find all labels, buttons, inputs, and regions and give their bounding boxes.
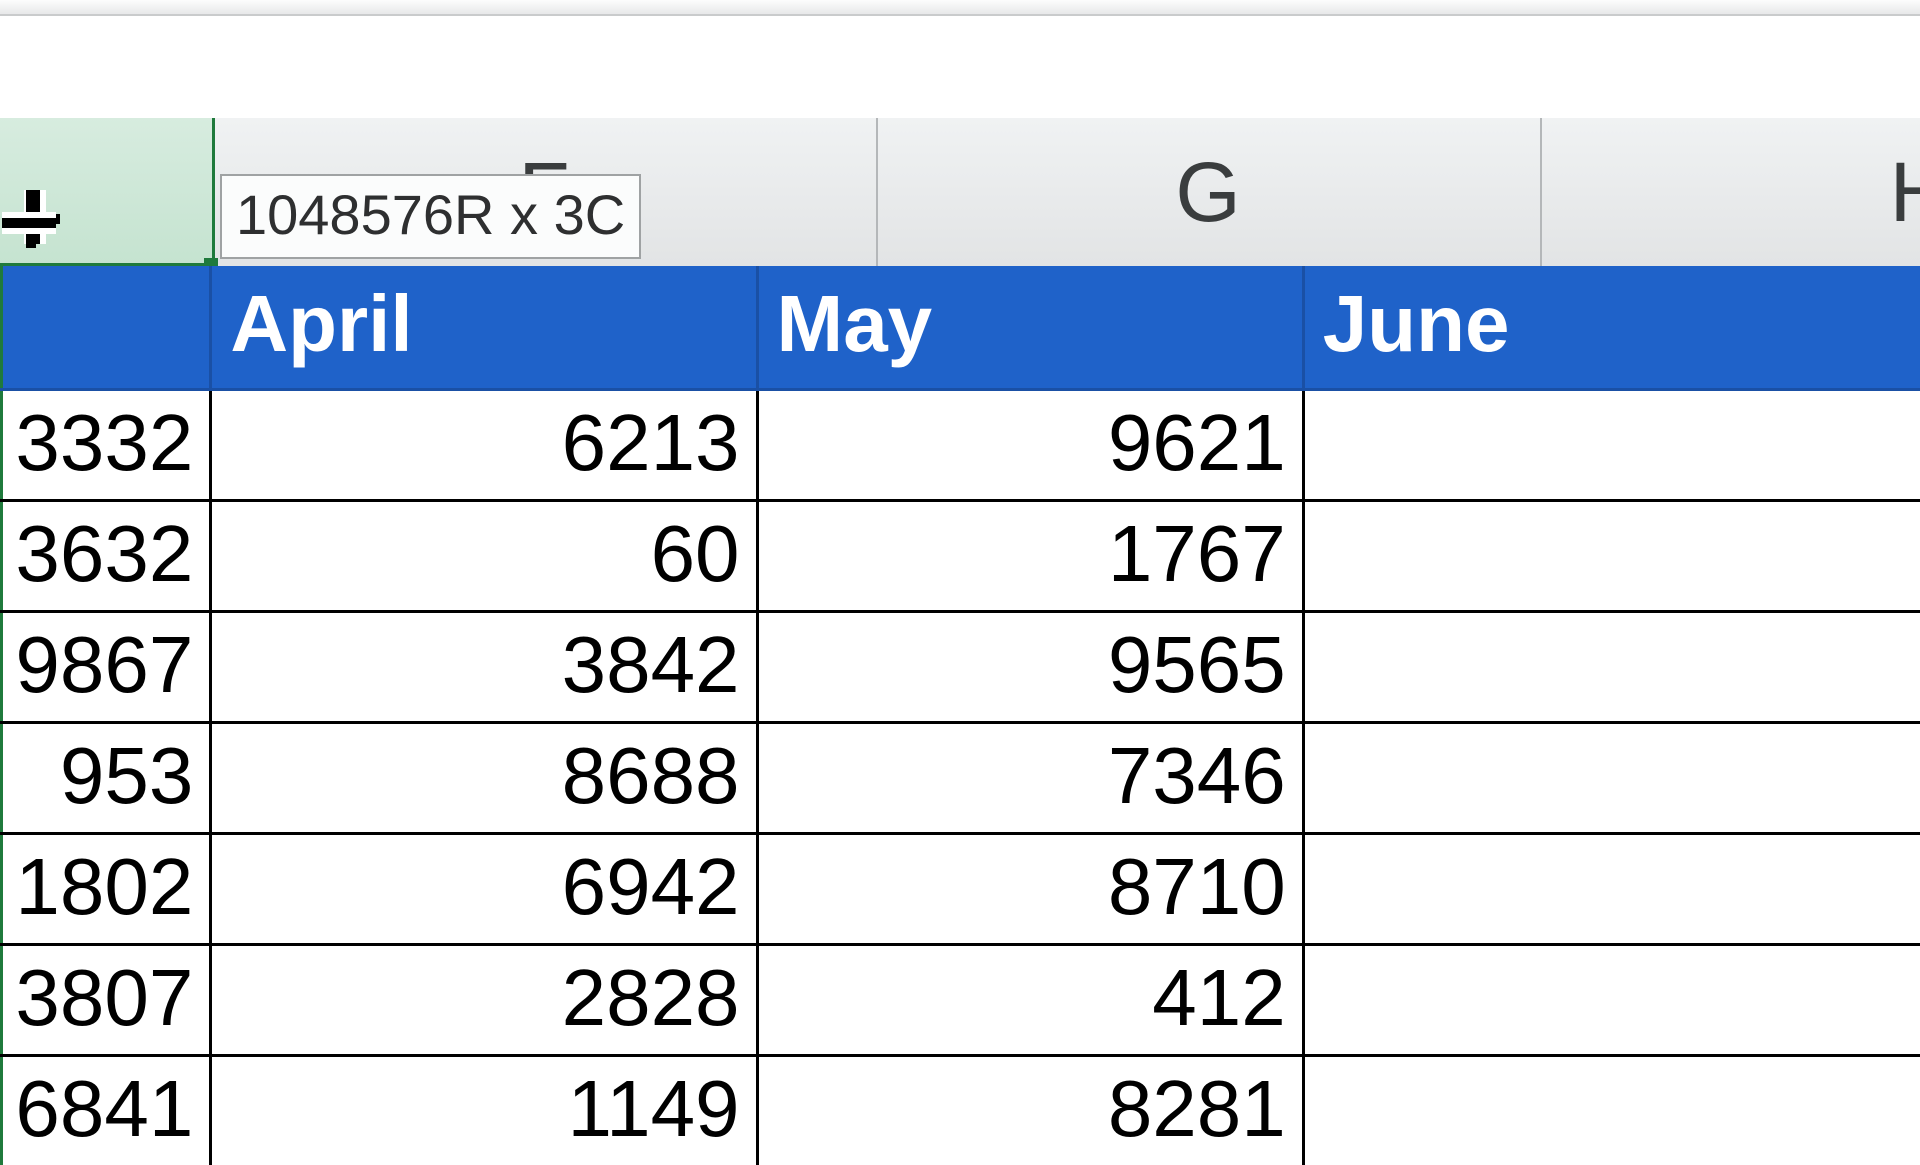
cell[interactable]: 1802 — [0, 834, 211, 945]
spreadsheet-grid[interactable]: April May June 3332 6213 9621 3632 60 17… — [0, 266, 1920, 1165]
table-row: 953 8688 7346 — [0, 723, 1920, 834]
table-row: 3632 60 1767 — [0, 501, 1920, 612]
cell[interactable]: 7346 — [757, 723, 1303, 834]
table-row: 3807 2828 412 — [0, 945, 1920, 1056]
header-row: April May June — [0, 266, 1920, 390]
cell-cursor-icon — [2, 190, 56, 244]
cell[interactable]: 3807 — [0, 945, 211, 1056]
cell[interactable]: 6841 — [0, 1056, 211, 1165]
cell[interactable]: 1767 — [757, 501, 1303, 612]
table-row: 1802 6942 8710 — [0, 834, 1920, 945]
header-cell-E[interactable] — [0, 266, 211, 390]
cell[interactable]: 3842 — [211, 612, 757, 723]
cell[interactable]: 60 — [211, 501, 757, 612]
column-header-G[interactable]: G — [876, 118, 1542, 266]
formula-bar-area[interactable] — [0, 16, 1920, 118]
cell[interactable]: 3332 — [0, 390, 211, 501]
cell[interactable]: 8281 — [757, 1056, 1303, 1165]
cell[interactable] — [1303, 501, 1920, 612]
selection-size-tooltip: 1048576R x 3C — [220, 174, 641, 259]
cell[interactable]: 1149 — [211, 1056, 757, 1165]
cell[interactable]: 2828 — [211, 945, 757, 1056]
table-row: 9867 3842 9565 — [0, 612, 1920, 723]
cell[interactable]: 8688 — [211, 723, 757, 834]
cell[interactable] — [1303, 723, 1920, 834]
cell[interactable] — [1303, 390, 1920, 501]
header-cell-april[interactable]: April — [211, 266, 757, 390]
cell[interactable]: 9621 — [757, 390, 1303, 501]
cell[interactable] — [1303, 834, 1920, 945]
header-cell-june[interactable]: June — [1303, 266, 1920, 390]
cell[interactable] — [1303, 1056, 1920, 1165]
cell[interactable]: 8710 — [757, 834, 1303, 945]
table-row: 6841 1149 8281 — [0, 1056, 1920, 1165]
cell[interactable] — [1303, 945, 1920, 1056]
cell[interactable] — [1303, 612, 1920, 723]
table-row: 3332 6213 9621 — [0, 390, 1920, 501]
cell[interactable]: 6942 — [211, 834, 757, 945]
cell[interactable]: 3632 — [0, 501, 211, 612]
column-header-H[interactable]: H — [1540, 118, 1920, 266]
cell[interactable]: 9565 — [757, 612, 1303, 723]
cell[interactable]: 6213 — [211, 390, 757, 501]
header-cell-may[interactable]: May — [757, 266, 1303, 390]
cell[interactable]: 9867 — [0, 612, 211, 723]
cell[interactable]: 953 — [0, 723, 211, 834]
ribbon-strip — [0, 0, 1920, 16]
cell[interactable]: 412 — [757, 945, 1303, 1056]
